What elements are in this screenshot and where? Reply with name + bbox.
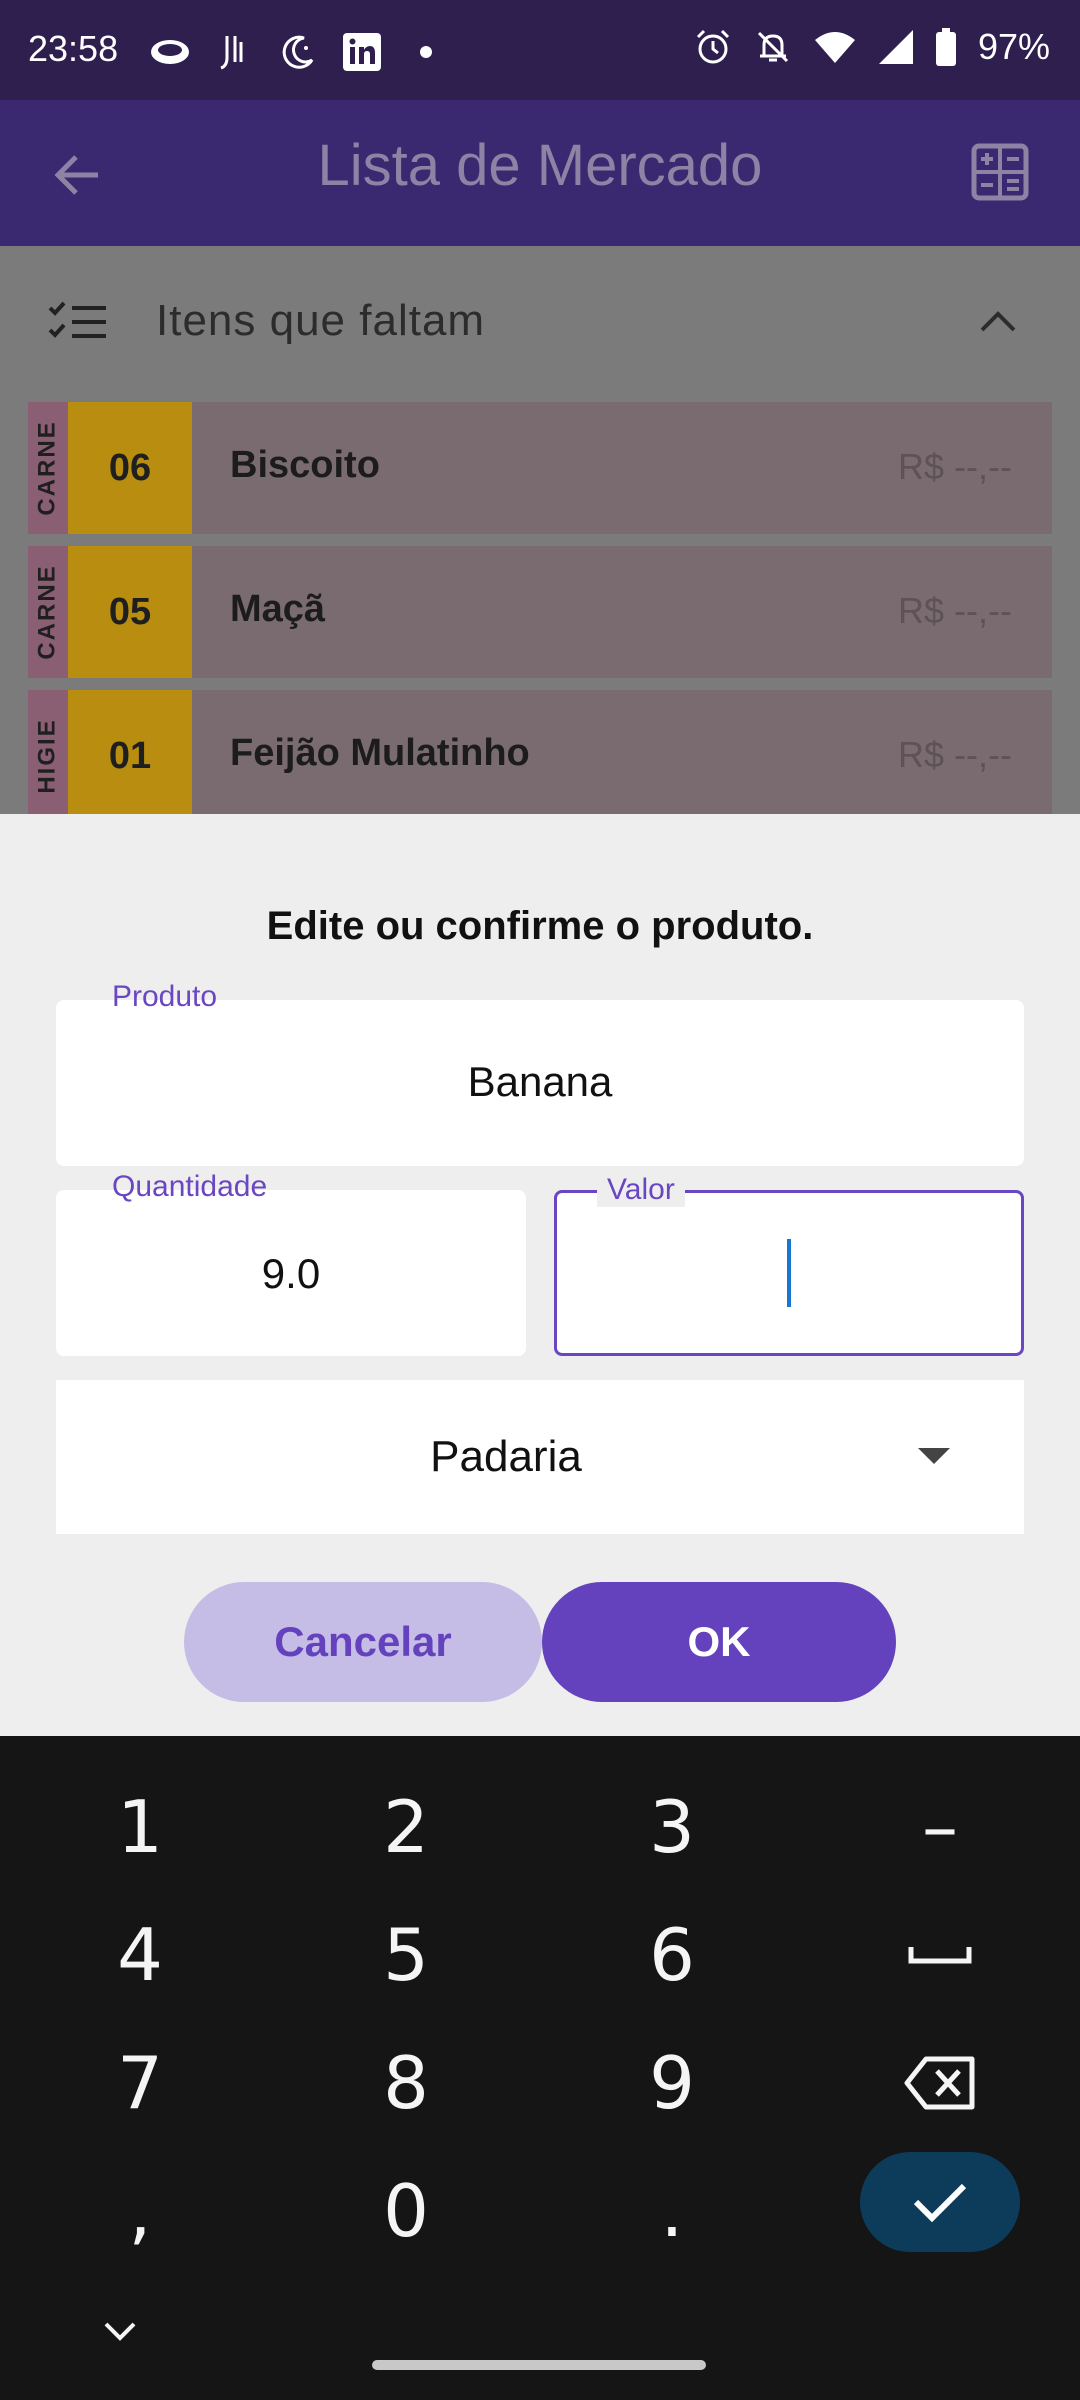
battery-icon	[935, 28, 956, 66]
chevron-down-icon[interactable]	[100, 2316, 140, 2344]
category-tag: CARNE	[28, 546, 68, 678]
page-title: Lista de Mercado	[317, 133, 763, 198]
home-indicator[interactable]	[372, 2360, 706, 2370]
key-backspace[interactable]	[840, 2028, 1040, 2138]
shopping-list: Itens que faltam CARNE 06 Biscoito R$ --…	[0, 246, 1080, 822]
battery-percent: 97%	[977, 26, 1050, 67]
key-1[interactable]: 1	[40, 1772, 240, 1882]
item-number: 06	[68, 402, 192, 534]
linkedin-icon	[340, 30, 384, 74]
list-item[interactable]: HIGIE 01 Feijão Mulatinho R$ --,--	[28, 690, 1052, 822]
ok-button[interactable]: OK	[542, 1582, 896, 1702]
product-label: Produto	[112, 980, 218, 1013]
item-name: Biscoito	[230, 444, 380, 486]
item-price: R$ --,--	[898, 446, 1012, 487]
alarm-icon	[696, 29, 729, 64]
system-icons: 97%	[694, 26, 1050, 68]
product-field[interactable]: Produto Banana	[56, 980, 1024, 1166]
checklist-icon	[48, 301, 106, 338]
quantity-label: Quantidade	[112, 1170, 268, 1203]
key-0[interactable]: 0	[306, 2156, 506, 2266]
eye-icon	[148, 30, 192, 74]
text-cursor	[787, 1239, 791, 1307]
item-price: R$ --,--	[898, 590, 1012, 631]
key-comma[interactable]: ,	[40, 2156, 240, 2266]
item-name: Maçã	[230, 588, 326, 630]
status-time: 23:58	[28, 28, 119, 69]
list-item[interactable]: CARNE 05 Maçã R$ --,--	[28, 546, 1052, 678]
edit-product-dialog: Edite ou confirme o produto. Produto Ban…	[0, 814, 1080, 1736]
app-bar: Lista de Mercado	[0, 100, 1080, 246]
key-4[interactable]: 4	[40, 1900, 240, 2010]
chevron-up-icon[interactable]	[976, 306, 1020, 336]
notification-icons	[148, 30, 448, 74]
done-key[interactable]	[860, 2152, 1020, 2252]
wifi-icon	[814, 32, 855, 63]
signal-icon	[878, 30, 913, 64]
mute-icon	[757, 31, 788, 63]
section-label: Itens que faltam	[156, 296, 486, 345]
key-7[interactable]: 7	[40, 2028, 240, 2138]
key-8[interactable]: 8	[306, 2028, 506, 2138]
key-9[interactable]: 9	[572, 2028, 772, 2138]
key-minus[interactable]: –	[840, 1772, 1040, 1882]
cancel-button[interactable]: Cancelar	[184, 1582, 542, 1702]
category-dropdown[interactable]: Padaria	[56, 1380, 1024, 1534]
item-price: R$ --,--	[898, 734, 1012, 775]
section-header[interactable]: Itens que faltam	[0, 246, 1080, 396]
key-6[interactable]: 6	[572, 1900, 772, 2010]
list-item[interactable]: CARNE 06 Biscoito R$ --,--	[28, 402, 1052, 534]
key-3[interactable]: 3	[572, 1772, 772, 1882]
category-tag: CARNE	[28, 402, 68, 534]
dropdown-arrow-icon	[918, 1448, 950, 1464]
backspace-icon	[904, 2056, 975, 2110]
space-icon	[908, 1947, 972, 1964]
key-5[interactable]: 5	[306, 1900, 506, 2010]
numeric-keyboard: 1 2 3 – 4 5 6 7 8 9 , 0 .	[0, 1736, 1080, 2400]
category-selected: Padaria	[430, 1432, 582, 1481]
value-label: Valor	[597, 1173, 685, 1207]
item-number: 05	[68, 546, 192, 678]
value-field[interactable]: Valor	[554, 1173, 1024, 1356]
status-bar: 23:58 97%	[0, 0, 1080, 100]
moon-icon	[276, 30, 320, 74]
key-2[interactable]: 2	[306, 1772, 506, 1882]
item-name: Feijão Mulatinho	[230, 732, 530, 774]
category-tag: HIGIE	[28, 690, 68, 822]
quantity-value[interactable]: 9.0	[56, 1250, 526, 1298]
dot-icon	[404, 30, 448, 74]
dialog-title: Edite ou confirme o produto.	[266, 904, 814, 948]
key-space[interactable]	[840, 1900, 1040, 2010]
key-period[interactable]: .	[572, 2156, 772, 2266]
quantity-field[interactable]: Quantidade 9.0	[56, 1170, 526, 1356]
check-icon	[913, 2183, 967, 2223]
product-value[interactable]: Banana	[56, 1058, 1024, 1106]
calculator-icon[interactable]	[970, 142, 1030, 202]
item-number: 01	[68, 690, 192, 822]
app-icon	[212, 30, 256, 74]
